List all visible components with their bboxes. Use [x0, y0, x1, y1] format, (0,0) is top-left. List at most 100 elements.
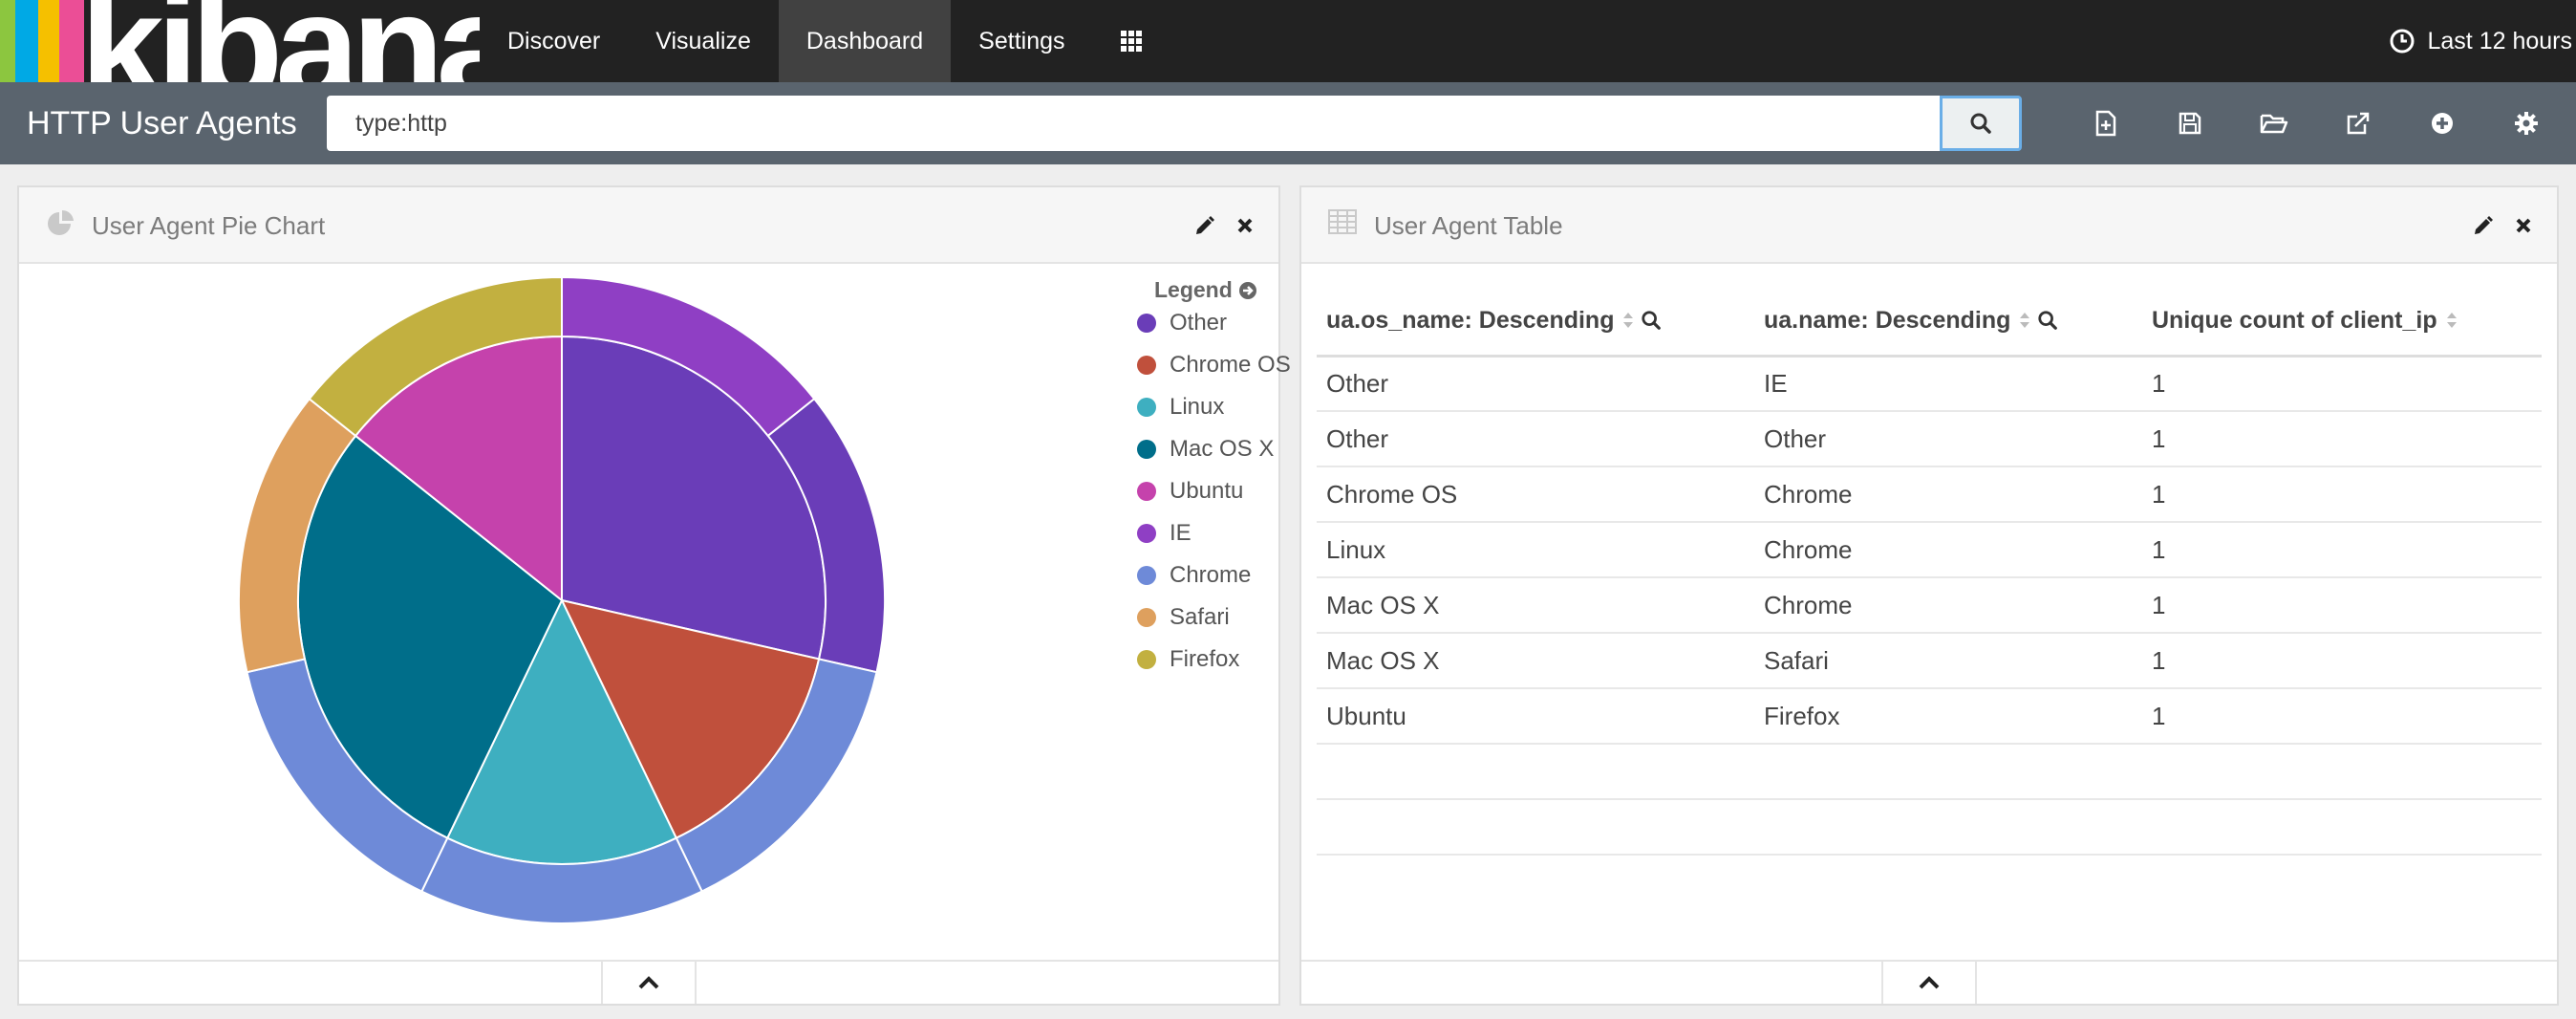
chevron-up-icon — [638, 976, 659, 989]
table-row: Mac OS X Chrome 1 — [1317, 577, 2542, 634]
edit-pencil-icon — [1196, 216, 1214, 234]
legend-dot — [1137, 314, 1156, 333]
time-picker[interactable]: Last 12 hours — [2390, 0, 2576, 82]
table-cell: Ubuntu — [1317, 688, 1754, 745]
legend-dot — [1137, 356, 1156, 375]
edit-visualization-button[interactable] — [2473, 215, 2494, 236]
table-cell: Mac OS X — [1317, 577, 1754, 634]
query-input[interactable] — [327, 96, 1940, 151]
table-cell: Chrome — [1754, 522, 2142, 578]
edit-visualization-button[interactable] — [1194, 215, 1215, 236]
panel-header: User Agent Table — [1301, 187, 2557, 264]
new-dashboard-icon — [2095, 110, 2116, 137]
table-cell: 1 — [2142, 466, 2542, 523]
legend-item[interactable]: Firefox — [1137, 645, 1239, 674]
table-icon — [1328, 209, 1357, 234]
main-nav: Discover Visualize Dashboard Settings — [480, 0, 1170, 82]
filter-search-icon[interactable] — [2037, 310, 2058, 331]
apps-menu-button[interactable] — [1093, 0, 1170, 82]
legend-label: Mac OS X — [1170, 436, 1275, 462]
table-cell: 1 — [2142, 522, 2542, 578]
nav-settings[interactable]: Settings — [951, 0, 1092, 82]
legend-item[interactable]: Chrome OS — [1137, 351, 1291, 379]
column-header-ua-name[interactable]: ua.name: Descending — [1754, 287, 2142, 358]
new-dashboard-button[interactable] — [2064, 82, 2148, 164]
add-panel-icon — [2432, 113, 2453, 134]
legend-label: Safari — [1170, 604, 1230, 630]
pie-chart — [237, 275, 887, 924]
nav-discover[interactable]: Discover — [480, 0, 628, 82]
table-cell: Safari — [1754, 633, 2142, 689]
table-panel: User Agent Table ua.os_name: Descending … — [1299, 185, 2559, 1006]
top-navbar: kibana Discover Visualize Dashboard Sett… — [0, 0, 2576, 82]
panel-title: User Agent Table — [1374, 210, 1563, 240]
table-cell: 1 — [2142, 688, 2542, 745]
remove-panel-button[interactable] — [2515, 217, 2532, 234]
legend-item[interactable]: Ubuntu — [1137, 477, 1243, 506]
toggle-details-button[interactable] — [601, 960, 697, 1004]
save-dashboard-button[interactable] — [2148, 82, 2232, 164]
grid-icon — [1120, 31, 1142, 52]
legend-label: Linux — [1170, 394, 1225, 420]
legend-item[interactable]: Mac OS X — [1137, 435, 1274, 464]
table-row: Mac OS X Safari 1 — [1317, 633, 2542, 689]
table-row-empty — [1317, 799, 2542, 856]
legend-item[interactable]: Chrome — [1137, 561, 1251, 590]
table-cell: Other — [1754, 411, 2142, 467]
remove-panel-button[interactable] — [1236, 217, 1254, 234]
legend-item[interactable]: Other — [1137, 309, 1227, 337]
table-row: Linux Chrome 1 — [1317, 522, 2542, 578]
legend-label: Chrome OS — [1170, 352, 1291, 378]
add-panel-button[interactable] — [2400, 82, 2484, 164]
table-cell: Chrome — [1754, 466, 2142, 523]
table-cell: Other — [1317, 356, 1754, 412]
table-cell: Chrome — [1754, 577, 2142, 634]
legend-toggle[interactable]: Legend — [1154, 277, 1257, 303]
filter-search-icon[interactable] — [1641, 310, 1662, 331]
column-label: Unique count of client_ip — [2152, 306, 2437, 334]
legend-item[interactable]: IE — [1137, 519, 1191, 548]
edit-pencil-icon — [2475, 216, 2493, 234]
toggle-details-button[interactable] — [1881, 960, 1977, 1004]
pie-chart-panel: User Agent Pie Chart Legend Other Chrome… — [17, 185, 1291, 1006]
panel-actions — [2452, 187, 2532, 264]
table-row: Other Other 1 — [1317, 411, 2542, 467]
close-icon — [2516, 218, 2531, 233]
kibana-logo[interactable]: kibana — [0, 0, 480, 82]
legend-label: Chrome — [1170, 562, 1252, 588]
close-icon — [1237, 218, 1253, 233]
panel-footer — [1301, 960, 2557, 1004]
column-label: ua.os_name: Descending — [1326, 306, 1615, 334]
sort-icon[interactable] — [2018, 310, 2031, 331]
nav-visualize[interactable]: Visualize — [628, 0, 779, 82]
legend-dot — [1137, 440, 1156, 459]
table-cell: Other — [1317, 411, 1754, 467]
share-dashboard-button[interactable] — [2316, 82, 2400, 164]
column-header-os-name[interactable]: ua.os_name: Descending — [1317, 287, 1754, 358]
legend-dot — [1137, 524, 1156, 543]
logo-stripe — [23, 0, 38, 82]
pie-chart-icon — [48, 209, 74, 235]
nav-dashboard[interactable]: Dashboard — [778, 0, 952, 82]
legend-dot — [1137, 566, 1156, 585]
open-dashboard-button[interactable] — [2232, 82, 2316, 164]
chevron-up-icon — [1919, 976, 1940, 989]
query-submit-button[interactable] — [1940, 96, 2022, 151]
table-cell: Firefox — [1754, 688, 2142, 745]
dashboard-options-button[interactable] — [2484, 82, 2568, 164]
sort-icon[interactable] — [1621, 310, 1635, 331]
dashboard-toolbar — [2064, 82, 2568, 164]
panel-header: User Agent Pie Chart — [19, 187, 1278, 264]
legend-item[interactable]: Linux — [1137, 393, 1224, 422]
share-icon — [2347, 112, 2370, 135]
query-form — [327, 96, 2022, 151]
sort-icon[interactable] — [2445, 310, 2458, 331]
table-cell: Mac OS X — [1317, 633, 1754, 689]
table-row: Chrome OS Chrome 1 — [1317, 466, 2542, 523]
legend-label: Firefox — [1170, 646, 1240, 672]
legend-item[interactable]: Safari — [1137, 603, 1230, 632]
clock-icon — [2390, 29, 2414, 54]
column-header-unique-count[interactable]: Unique count of client_ip — [2142, 287, 2542, 358]
search-icon — [1970, 113, 1991, 134]
legend-label: IE — [1170, 520, 1191, 546]
